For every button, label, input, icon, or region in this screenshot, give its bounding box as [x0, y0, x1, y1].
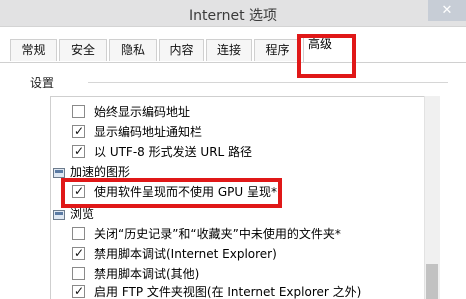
tab-divider [0, 62, 466, 63]
tab-connections[interactable]: 连接 [206, 39, 252, 61]
graphics-category-icon [53, 168, 65, 178]
category-browsing: 浏览 [70, 207, 95, 221]
checkmark-icon: ✓ [74, 284, 85, 298]
setting-enable-ftp-folder-view[interactable]: ✓ 启用 FTP 文件夹视图(在 Internet Explorer 之外) [72, 282, 422, 299]
setting-label: 显示编码地址通知栏 [94, 125, 203, 139]
checkbox-checked[interactable]: ✓ [72, 246, 85, 260]
tab-security[interactable]: 安全 [59, 39, 107, 61]
browsing-category-icon [53, 210, 65, 220]
checkmark-icon: ✓ [74, 124, 85, 138]
window-title: Internet 选项 [188, 8, 278, 24]
setting-label: 启用 FTP 文件夹视图(在 Internet Explorer 之外) [94, 285, 362, 299]
setting-label: 关闭“历史记录”和“收藏夹”中未使用的文件夹* [94, 227, 341, 241]
settings-group-label: 设置 [30, 76, 55, 90]
tab-programs[interactable]: 程序 [254, 39, 301, 61]
title-bar: Internet 选项 ✕ [0, 0, 466, 27]
checkbox-unchecked[interactable] [72, 105, 85, 118]
checkbox-checked[interactable]: ✓ [72, 144, 85, 158]
settings-divider [88, 82, 448, 83]
tab-strip: 常规 安全 隐私 内容 连接 程序 高级 [0, 27, 466, 63]
close-icon: ✕ [441, 3, 453, 18]
setting-show-encoded-address-notification[interactable]: ✓ 显示编码地址通知栏 [72, 122, 412, 142]
setting-label: 禁用脚本调试(其他) [94, 267, 200, 281]
checkbox-checked[interactable]: ✓ [72, 284, 85, 298]
setting-label: 以 UTF-8 形式发送 URL 路径 [94, 145, 253, 159]
tab-general[interactable]: 常规 [10, 39, 57, 61]
scrollbar-thumb[interactable] [426, 264, 438, 299]
advanced-tab-highlight [297, 34, 356, 78]
checkbox-checked[interactable]: ✓ [72, 124, 85, 138]
setting-label: 禁用脚本调试(Internet Explorer) [94, 247, 277, 261]
setting-label: 始终显示编码地址 [94, 105, 191, 119]
setting-disable-script-debugging-ie[interactable]: ✓ 禁用脚本调试(Internet Explorer) [72, 244, 412, 264]
tab-content[interactable]: 内容 [159, 39, 204, 61]
setting-close-unused-folders[interactable]: 关闭“历史记录”和“收藏夹”中未使用的文件夹* [72, 224, 417, 244]
software-rendering-highlight [61, 178, 282, 208]
setting-send-utf8-urls[interactable]: ✓ 以 UTF-8 形式发送 URL 路径 [72, 142, 412, 162]
setting-disable-script-debugging-other[interactable]: 禁用脚本调试(其他) [72, 264, 412, 284]
checkbox-unchecked[interactable] [72, 227, 85, 240]
close-button[interactable]: ✕ [428, 0, 466, 21]
tab-privacy[interactable]: 隐私 [109, 39, 157, 61]
checkmark-icon: ✓ [74, 246, 85, 260]
setting-always-show-encoded-address[interactable]: 始终显示编码地址 [72, 102, 412, 122]
checkbox-unchecked[interactable] [72, 267, 85, 280]
checkmark-icon: ✓ [74, 144, 85, 158]
